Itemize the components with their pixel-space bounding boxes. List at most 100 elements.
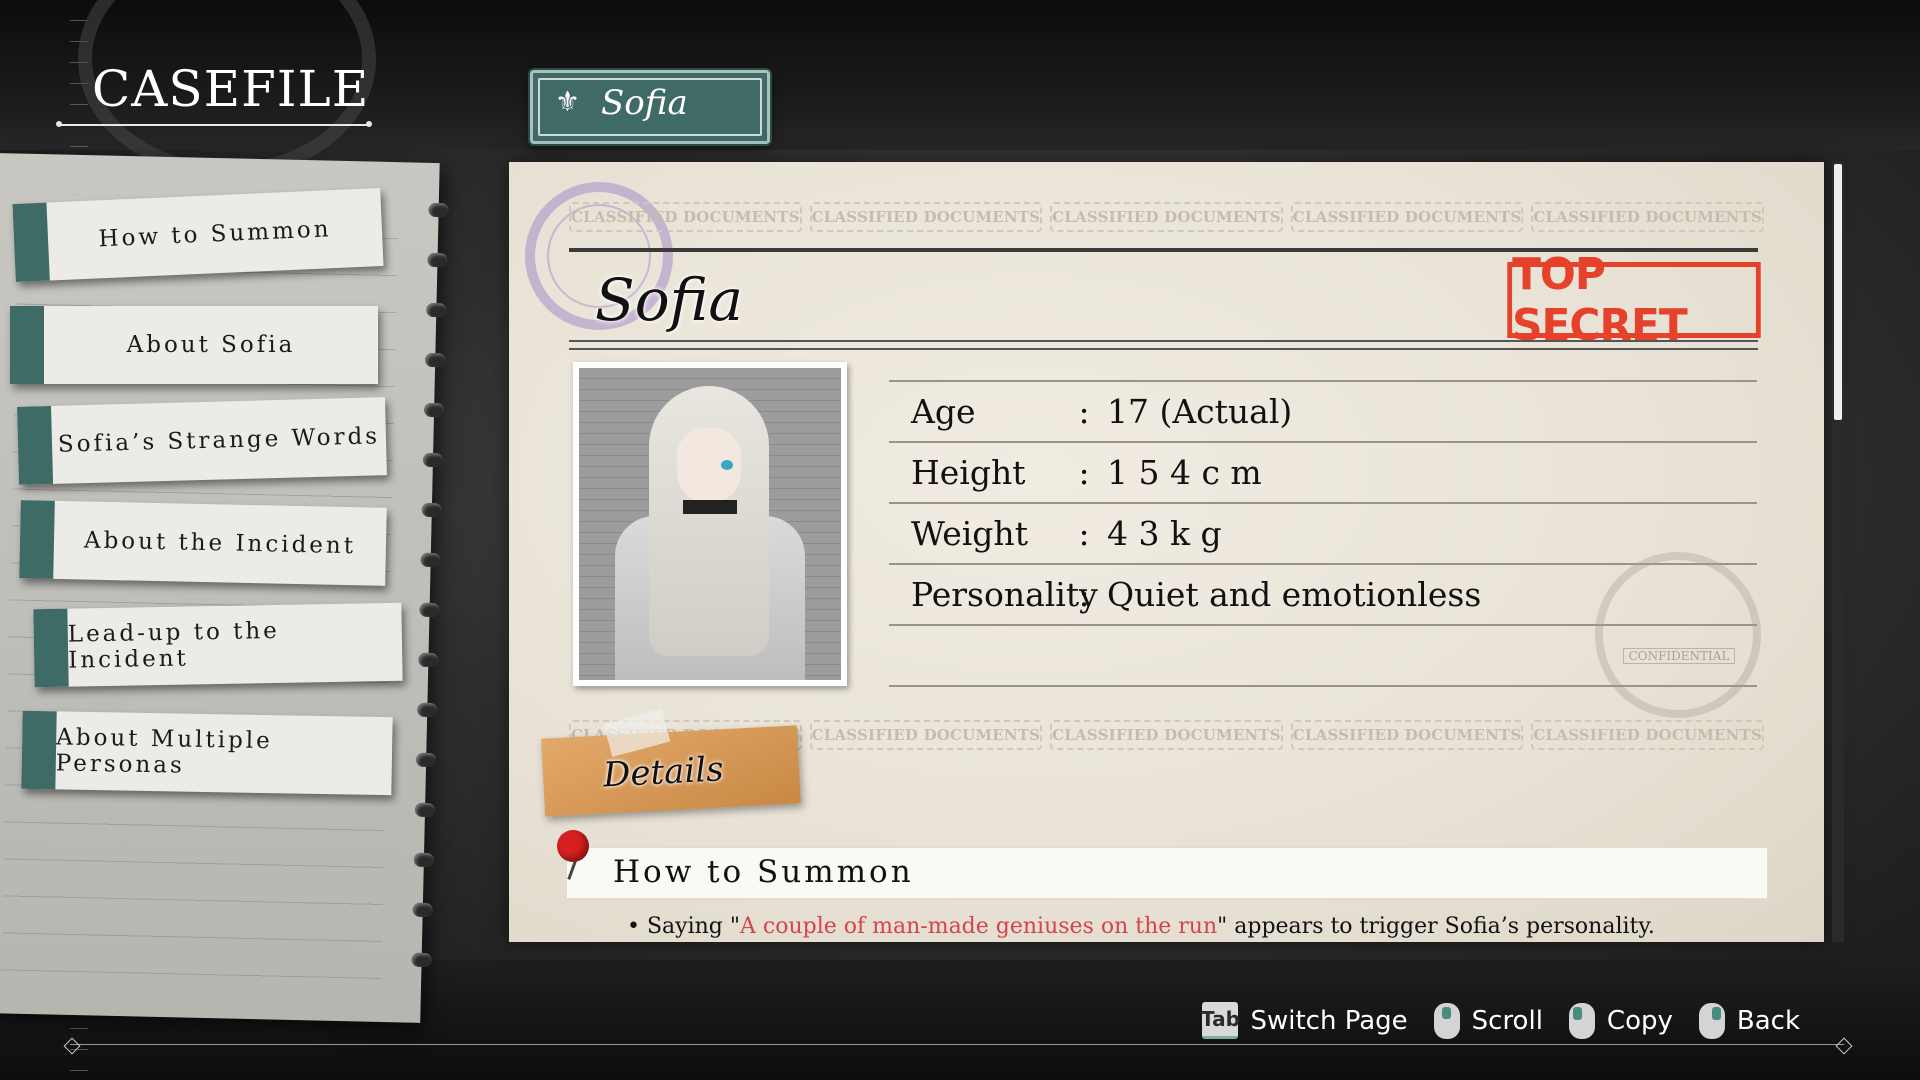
portrait-hair [649, 386, 769, 656]
confidential-label: CONFIDENTIAL [1623, 648, 1735, 664]
character-tab[interactable]: ⚜ Sofia [530, 70, 770, 144]
profile-colon: : [1078, 575, 1090, 614]
profile-row-height: Height : 1 5 4 c m [889, 443, 1757, 504]
notepad-ring [415, 752, 437, 768]
section-title: How to Summon [613, 854, 914, 890]
profile-colon: : [1078, 514, 1090, 553]
classified-label: CLASSIFIED DOCUMENTS [1290, 720, 1524, 750]
scroll-label: Scroll [1471, 1005, 1543, 1036]
profile-row-weight: Weight : 4 3 k g [889, 504, 1757, 565]
portrait-eye [721, 460, 733, 470]
classified-label: CLASSIFIED DOCUMENTS [809, 202, 1043, 232]
profile-colon: : [1078, 392, 1090, 431]
notepad-ring [414, 802, 436, 818]
menu-tab-edge [12, 202, 50, 282]
profile-value: 1 5 4 c m [1107, 453, 1262, 492]
page-title: CASEFILE [92, 60, 370, 118]
notepad-ring [413, 852, 435, 868]
character-tab-label: Sofia [601, 83, 688, 123]
notepad-ring [422, 452, 444, 468]
name-divider-bottom [569, 348, 1758, 350]
notepad-ring [418, 652, 439, 668]
profile-value: Quiet and emotionless [1107, 575, 1482, 614]
classified-label: CLASSIFIED DOCUMENTS [809, 720, 1043, 750]
copy-label: Copy [1606, 1005, 1673, 1036]
menu-item-about-incident[interactable]: About the Incident [19, 500, 387, 586]
pushpin-icon [557, 830, 589, 862]
section-text-highlight: A couple of man-made geniuses on the run [740, 914, 1218, 939]
control-hints: Tab Switch Page Scroll Copy Back [1186, 1002, 1800, 1039]
profile-label: Weight [911, 514, 1028, 553]
menu-item-label: Sofia’s Strange Words [57, 423, 381, 458]
portrait-image [579, 368, 841, 680]
profile-label: Height [911, 453, 1026, 492]
confidential-seal: CONFIDENTIAL [1595, 552, 1761, 718]
scrollbar-thumb[interactable] [1834, 164, 1842, 420]
name-divider-top [569, 340, 1758, 342]
classified-label: CLASSIFIED DOCUMENTS [569, 202, 802, 232]
details-tag: Details [541, 708, 801, 817]
profile-label: Personality [911, 575, 1098, 614]
section-text-after: " appears to trigger Sofia’s personality… [1217, 914, 1655, 939]
back-label: Back [1736, 1005, 1800, 1036]
title-underline [56, 121, 372, 127]
classified-label: CLASSIFIED DOCUMENTS [1050, 720, 1283, 750]
classified-label: CLASSIFIED DOCUMENTS [1531, 720, 1764, 750]
profile-label: Age [911, 392, 976, 431]
fleur-icon: ⚜ [555, 85, 581, 118]
menu-tab-edge [10, 306, 44, 384]
notepad-ring [412, 902, 433, 918]
profile-value: 17 (Actual) [1107, 392, 1293, 431]
menu-item-label: About Multiple Personas [55, 724, 274, 779]
section-body-text: • Saying "A couple of man-made geniuses … [627, 914, 1655, 939]
classified-label: CLASSIFIED DOCUMENTS [1290, 202, 1524, 232]
portrait-collar [683, 500, 737, 514]
notepad-ring [411, 952, 432, 968]
notepad-ring [428, 202, 449, 218]
classified-strip-top: CLASSIFIED DOCUMENTS CLASSIFIED DOCUMENT… [569, 202, 1764, 232]
notepad-ring [423, 402, 445, 418]
menu-item-label: About Sofia [126, 332, 296, 358]
notepad-ring [427, 252, 448, 268]
menu-item-label: How to Summon [97, 216, 333, 253]
notepad-ring [421, 502, 442, 518]
scroll-hint[interactable]: Scroll [1433, 1002, 1543, 1039]
classified-label: CLASSIFIED DOCUMENTS [1531, 202, 1764, 232]
menu-item-label: Lead-up to the Incident [67, 617, 281, 674]
notepad [0, 153, 449, 1023]
notepad-ring [420, 552, 441, 568]
menu-item-about-sofia[interactable]: About Sofia [10, 306, 378, 384]
section-header: How to Summon [565, 846, 1769, 900]
character-portrait [573, 362, 847, 686]
menu-item-lead-up[interactable]: Lead-up to the Incident [33, 602, 403, 688]
tab-key-icon: Tab [1201, 1002, 1240, 1039]
back-hint[interactable]: Back [1698, 1002, 1800, 1039]
section-text-before: • Saying " [627, 914, 740, 939]
switch-page-hint[interactable]: Tab Switch Page [1201, 1002, 1408, 1039]
notepad-ring [425, 352, 446, 368]
classified-label: CLASSIFIED DOCUMENTS [1050, 202, 1283, 232]
menu-tab-edge [21, 710, 57, 790]
menu-tab-edge [33, 608, 69, 688]
tape-strip [603, 708, 671, 757]
menu-item-label: About the Incident [83, 527, 357, 560]
menu-tab-edge [19, 500, 55, 579]
details-tag-label: Details [602, 749, 725, 796]
case-document: CLASSIFIED DOCUMENTS CLASSIFIED DOCUMENT… [509, 162, 1824, 942]
profile-colon: : [1078, 453, 1090, 492]
mouse-left-click-icon [1568, 1002, 1595, 1039]
profile-row-age: Age : 17 (Actual) [889, 380, 1757, 443]
menu-item-strange-words[interactable]: Sofia’s Strange Words [17, 397, 387, 485]
bottom-rule [70, 1044, 1844, 1045]
top-secret-stamp: TOP SECRET [1507, 249, 1761, 351]
menu-tab-edge [17, 405, 54, 485]
profile-value: 4 3 k g [1107, 514, 1222, 553]
notepad-ring [417, 702, 438, 718]
switch-page-label: Switch Page [1250, 1005, 1408, 1036]
character-name: Sofia [595, 266, 743, 334]
mouse-right-click-icon [1698, 1002, 1725, 1039]
copy-hint[interactable]: Copy [1568, 1002, 1673, 1039]
notepad-ring [419, 602, 440, 618]
menu-item-multiple-personas[interactable]: About Multiple Personas [21, 710, 393, 796]
menu-item-how-to-summon[interactable]: How to Summon [12, 188, 384, 282]
